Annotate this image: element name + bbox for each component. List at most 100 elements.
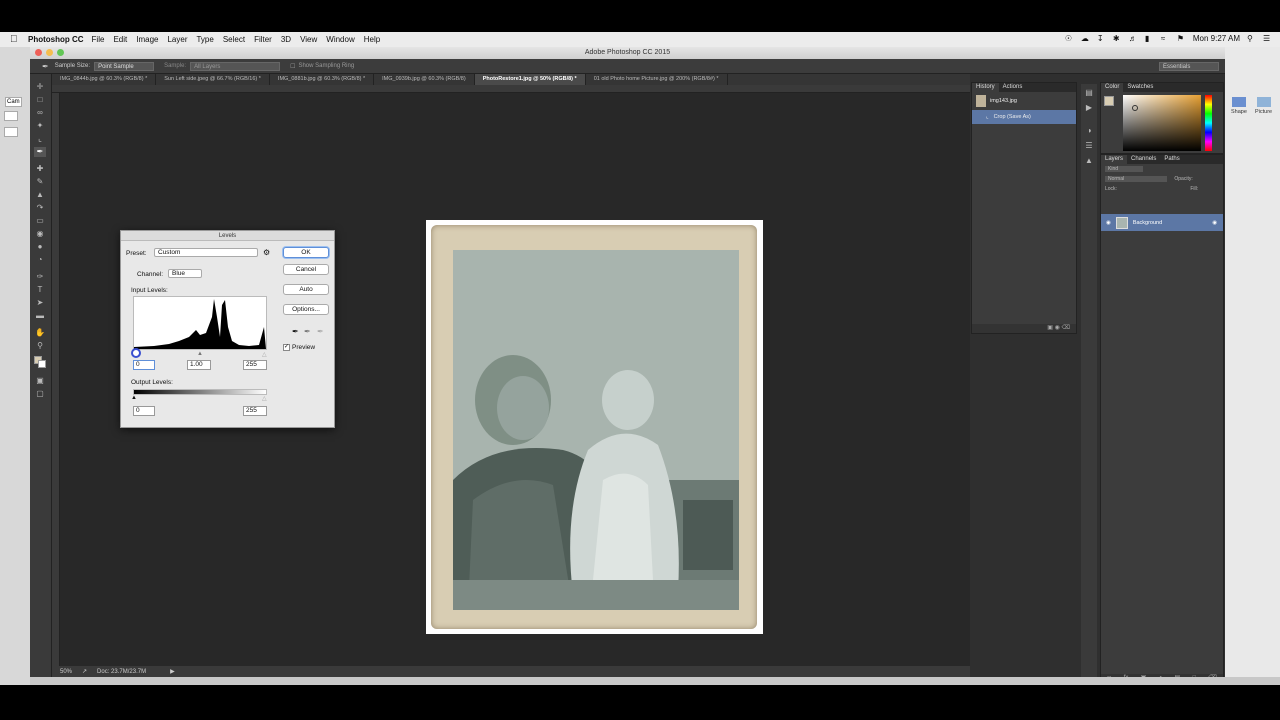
menu-type[interactable]: Type bbox=[196, 35, 213, 44]
doc-size[interactable]: Doc: 23.7M/23.7M bbox=[97, 669, 146, 675]
dodge-tool-icon[interactable]: ◔ bbox=[34, 255, 46, 265]
input-gamma-field[interactable]: 1.00 bbox=[187, 360, 211, 370]
properties-panel-icon[interactable]: ☰ bbox=[1081, 141, 1097, 150]
doc-tab[interactable]: IMG_0844b.jpg @ 60.3% (RGB/8) * bbox=[52, 74, 157, 85]
tab-color[interactable]: Color bbox=[1101, 83, 1124, 92]
tab-actions[interactable]: Actions bbox=[999, 83, 1027, 92]
tab-paths[interactable]: Paths bbox=[1160, 155, 1183, 164]
search-icon[interactable]: ⚲ bbox=[1247, 34, 1256, 43]
menu-3d[interactable]: 3D bbox=[281, 35, 291, 44]
menu-file[interactable]: File bbox=[92, 35, 105, 44]
minimize-window-button[interactable] bbox=[46, 49, 53, 56]
history-state[interactable]: ⌞ Crop (Save As) bbox=[972, 110, 1076, 124]
white-eyedropper-icon[interactable]: ✒ bbox=[317, 327, 324, 336]
history-snapshot[interactable]: img143.jpg bbox=[972, 92, 1076, 110]
preview-checkbox[interactable]: ✓ bbox=[283, 344, 290, 351]
menu-filter[interactable]: Filter bbox=[254, 35, 272, 44]
crop-tool-icon[interactable]: ⌞ bbox=[34, 134, 46, 144]
status-menu-arrow-icon[interactable]: ▶ bbox=[170, 668, 175, 675]
healing-brush-tool-icon[interactable]: ✚ bbox=[34, 164, 46, 174]
notification-icon[interactable]: ☰ bbox=[1263, 34, 1272, 43]
wifi-icon[interactable]: ≈ bbox=[1161, 34, 1170, 43]
sample-select[interactable]: All Layers bbox=[190, 61, 281, 71]
hue-slider[interactable] bbox=[1205, 95, 1212, 151]
input-black-point-handle[interactable] bbox=[131, 348, 141, 358]
battery-icon[interactable]: ▮ bbox=[1145, 34, 1154, 43]
quick-select-tool-icon[interactable]: ✦ bbox=[34, 121, 46, 131]
color-field[interactable] bbox=[1123, 95, 1201, 151]
tab-swatches[interactable]: Swatches bbox=[1123, 83, 1157, 92]
layer-row-background[interactable]: ◉ Background ◉ bbox=[1101, 214, 1223, 231]
bluetooth-icon[interactable]: ✱ bbox=[1113, 34, 1122, 43]
hand-tool-icon[interactable]: ✋ bbox=[34, 328, 46, 338]
eraser-tool-icon[interactable]: ▭ bbox=[34, 216, 46, 226]
volume-icon[interactable]: ♬ bbox=[1129, 34, 1138, 43]
menu-edit[interactable]: Edit bbox=[113, 35, 127, 44]
menu-window[interactable]: Window bbox=[326, 35, 354, 44]
libraries-panel-icon[interactable]: ▲ bbox=[1081, 156, 1097, 165]
download-icon[interactable]: ↧ bbox=[1097, 34, 1106, 43]
eyedropper-tool-icon[interactable]: ✒ bbox=[34, 147, 46, 157]
foreground-color-swatch[interactable] bbox=[1104, 96, 1114, 106]
flag-icon[interactable]: ⚑ bbox=[1177, 34, 1186, 43]
tab-channels[interactable]: Channels bbox=[1127, 155, 1160, 164]
output-black-field[interactable]: 0 bbox=[133, 406, 155, 416]
options-button[interactable]: Options... bbox=[283, 304, 329, 315]
blend-mode-select[interactable]: Normal bbox=[1105, 176, 1167, 182]
tab-history[interactable]: History bbox=[972, 83, 999, 92]
zoom-level[interactable]: 50% bbox=[60, 669, 72, 675]
rectangle-tool-icon[interactable]: ▬ bbox=[34, 311, 46, 321]
share-icon[interactable]: ↗ bbox=[82, 668, 87, 675]
close-window-button[interactable] bbox=[35, 49, 42, 56]
black-eyedropper-icon[interactable]: ✒ bbox=[292, 327, 299, 336]
channel-select[interactable]: Blue bbox=[168, 269, 202, 278]
input-gamma-handle[interactable]: ▲ bbox=[197, 351, 203, 357]
auto-button[interactable]: Auto bbox=[283, 284, 329, 295]
output-white-field[interactable]: 255 bbox=[243, 406, 267, 416]
doc-tab[interactable]: 01 old Photo home Picture.jpg @ 200% (RG… bbox=[586, 74, 728, 85]
doc-tab[interactable]: Sun Left side.jpeg @ 66.7% (RGB/16) * bbox=[156, 74, 270, 85]
doc-tab[interactable]: IMG_0881b.jpg @ 60.3% (RGB/8) * bbox=[270, 74, 375, 85]
cloud-icon[interactable]: ☁ bbox=[1081, 34, 1090, 43]
color-swatches-icon[interactable] bbox=[34, 356, 48, 368]
zoom-window-button[interactable] bbox=[57, 49, 64, 56]
path-selection-tool-icon[interactable]: ➤ bbox=[34, 298, 46, 308]
workspace-select[interactable]: Essentials bbox=[1159, 62, 1219, 71]
show-sampling-ring-checkbox[interactable]: ☐ bbox=[290, 63, 295, 70]
paint-bucket-tool-icon[interactable]: ◉ bbox=[34, 229, 46, 239]
screen-mode-icon[interactable]: ▢ bbox=[34, 389, 46, 399]
blur-tool-icon[interactable]: ● bbox=[34, 242, 46, 252]
doc-tab[interactable]: IMG_0939b.jpg @ 60.3% (RGB/8) bbox=[374, 74, 475, 85]
brush-tool-icon[interactable]: ✎ bbox=[34, 177, 46, 187]
adjustments-panel-icon[interactable]: ◑ bbox=[1081, 126, 1097, 135]
cancel-button[interactable]: Cancel bbox=[283, 264, 329, 275]
zoom-tool-icon[interactable]: ⚲ bbox=[34, 341, 46, 351]
input-white-point-handle[interactable]: △ bbox=[262, 351, 267, 358]
menu-image[interactable]: Image bbox=[136, 35, 158, 44]
history-panel-icon[interactable]: ▤ bbox=[1081, 88, 1097, 97]
tab-layers[interactable]: Layers bbox=[1101, 155, 1128, 164]
input-slider-track[interactable]: ▲ △ bbox=[131, 348, 267, 358]
app-menu[interactable]: Photoshop CC bbox=[28, 35, 84, 44]
shape-button[interactable]: Shape bbox=[1231, 97, 1247, 115]
output-white-handle[interactable]: △ bbox=[262, 395, 267, 402]
move-tool-icon[interactable]: ✛ bbox=[34, 82, 46, 92]
trash-icon[interactable]: ⌫ bbox=[1062, 325, 1070, 331]
preset-options-gear-icon[interactable]: ⚙ bbox=[263, 248, 270, 257]
camera-icon[interactable]: ◉ bbox=[1055, 325, 1060, 331]
gray-eyedropper-icon[interactable]: ✒ bbox=[304, 327, 311, 336]
quick-mask-icon[interactable]: ▣ bbox=[34, 376, 46, 386]
lasso-tool-icon[interactable]: ∞ bbox=[34, 108, 46, 118]
apple-icon[interactable]:  bbox=[10, 34, 24, 45]
input-black-field[interactable]: 0 bbox=[133, 360, 155, 370]
eyedropper-tool-preset-icon[interactable]: ✒ bbox=[42, 62, 49, 71]
new-snapshot-icon[interactable]: ▣ bbox=[1047, 325, 1053, 331]
pen-tool-icon[interactable]: ✑ bbox=[34, 272, 46, 282]
input-white-field[interactable]: 255 bbox=[243, 360, 267, 370]
ok-button[interactable]: OK bbox=[283, 247, 329, 258]
menu-layer[interactable]: Layer bbox=[167, 35, 187, 44]
history-brush-tool-icon[interactable]: ↷ bbox=[34, 203, 46, 213]
sync-icon[interactable]: ☉ bbox=[1065, 34, 1074, 43]
type-tool-icon[interactable]: T bbox=[34, 285, 46, 295]
actions-panel-icon[interactable]: ▶ bbox=[1081, 103, 1097, 112]
